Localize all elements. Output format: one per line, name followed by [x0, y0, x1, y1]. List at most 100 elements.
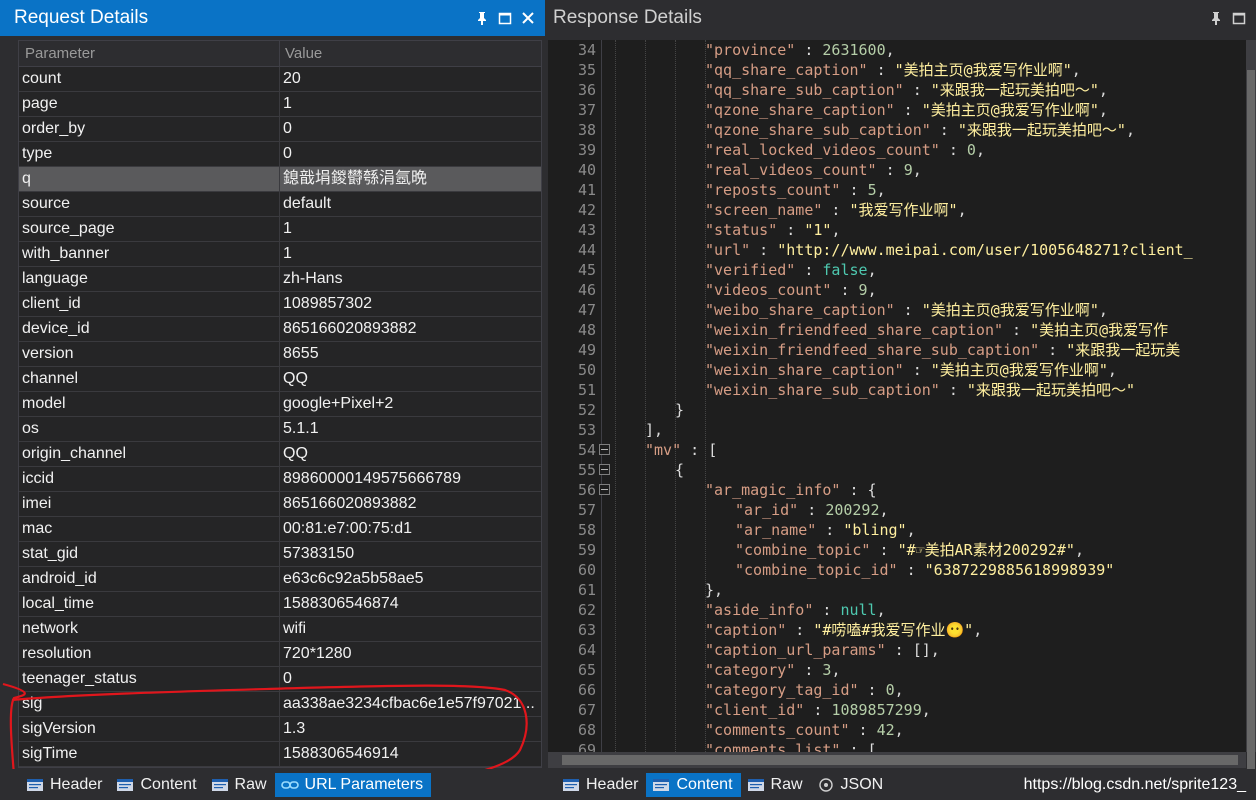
parameter-value-cell[interactable]: 1.3: [280, 717, 541, 741]
table-row[interactable]: mac 00:81:e7:00:75:d1: [19, 517, 541, 542]
parameter-value-cell[interactable]: 1089857302: [280, 292, 541, 316]
table-row[interactable]: order_by 0: [19, 117, 541, 142]
request-tab-raw[interactable]: Raw: [205, 773, 275, 797]
parameter-name-cell[interactable]: iccid: [19, 467, 280, 491]
parameter-name-cell[interactable]: origin_channel: [19, 442, 280, 466]
parameter-value-cell[interactable]: 1: [280, 242, 541, 266]
parameter-name-cell[interactable]: android_id: [19, 567, 280, 591]
parameter-value-cell[interactable]: 8655: [280, 342, 541, 366]
parameter-name-cell[interactable]: client_id: [19, 292, 280, 316]
request-tab-header[interactable]: Header: [20, 773, 110, 797]
table-row[interactable]: language zh-Hans: [19, 267, 541, 292]
parameter-value-cell[interactable]: 0: [280, 667, 541, 691]
parameter-value-cell[interactable]: 720*1280: [280, 642, 541, 666]
parameter-name-cell[interactable]: os: [19, 417, 280, 441]
json-code-editor[interactable]: 34 "province" : 2631600, 35 "qq_share_capti…: [548, 40, 1256, 752]
parameter-name-cell[interactable]: source: [19, 192, 280, 216]
response-tab-raw[interactable]: Raw: [741, 773, 811, 797]
parameter-value-cell[interactable]: 鎴戠埍鍐欎綔涓氬晩: [280, 167, 541, 191]
parameter-value-cell[interactable]: QQ: [280, 367, 541, 391]
parameter-value-cell[interactable]: 1: [280, 217, 541, 241]
parameter-value-cell[interactable]: QQ: [280, 442, 541, 466]
parameter-name-cell[interactable]: sigTime: [19, 742, 280, 766]
parameter-value-cell[interactable]: 0: [280, 142, 541, 166]
parameter-value-cell[interactable]: 0: [280, 117, 541, 141]
close-icon[interactable]: [521, 11, 535, 25]
parameter-name-cell[interactable]: q: [19, 167, 280, 191]
table-row[interactable]: source_page 1: [19, 217, 541, 242]
parameter-name-cell[interactable]: sig: [19, 692, 280, 716]
parameter-name-cell[interactable]: model: [19, 392, 280, 416]
collapse-toggle-icon[interactable]: [599, 484, 610, 495]
table-row[interactable]: channel QQ: [19, 367, 541, 392]
pin-icon[interactable]: [1209, 11, 1223, 25]
response-tab-content[interactable]: Content: [646, 772, 741, 797]
horizontal-scroll-thumb[interactable]: [562, 755, 1238, 765]
table-row[interactable]: model google+Pixel+2: [19, 392, 541, 417]
parameter-name-cell[interactable]: version: [19, 342, 280, 366]
parameter-name-cell[interactable]: page: [19, 92, 280, 116]
parameter-name-cell[interactable]: local_time: [19, 592, 280, 616]
parameter-name-cell[interactable]: with_banner: [19, 242, 280, 266]
table-row[interactable]: resolution 720*1280: [19, 642, 541, 667]
table-row[interactable]: sig aa338ae3234cfbac6e1e57f97021...: [19, 692, 541, 717]
request-tab-url-parameters[interactable]: URL Parameters: [274, 772, 432, 797]
parameter-name-cell[interactable]: device_id: [19, 317, 280, 341]
table-row[interactable]: device_id 865166020893882: [19, 317, 541, 342]
parameter-value-cell[interactable]: 89860000149575666789: [280, 467, 541, 491]
value-column-header[interactable]: Value: [280, 41, 541, 66]
vertical-scrollbar[interactable]: [1246, 40, 1256, 780]
parameter-value-cell[interactable]: 865166020893882: [280, 317, 541, 341]
table-row[interactable]: client_id 1089857302: [19, 292, 541, 317]
parameter-name-cell[interactable]: imei: [19, 492, 280, 516]
table-row[interactable]: type 0: [19, 142, 541, 167]
pin-icon[interactable]: [475, 11, 489, 25]
table-row[interactable]: sigTime 1588306546914: [19, 742, 541, 767]
parameter-name-cell[interactable]: network: [19, 617, 280, 641]
request-tab-content[interactable]: Content: [110, 773, 204, 797]
parameter-name-cell[interactable]: teenager_status: [19, 667, 280, 691]
horizontal-scrollbar[interactable]: [548, 752, 1246, 768]
collapse-toggle-icon[interactable]: [599, 464, 610, 475]
table-row[interactable]: version 8655: [19, 342, 541, 367]
parameter-name-cell[interactable]: source_page: [19, 217, 280, 241]
table-row[interactable]: android_id e63c6c92a5b58ae5: [19, 567, 541, 592]
parameter-value-cell[interactable]: 865166020893882: [280, 492, 541, 516]
parameter-name-cell[interactable]: stat_gid: [19, 542, 280, 566]
parameter-value-cell[interactable]: 5.1.1: [280, 417, 541, 441]
parameter-value-cell[interactable]: 1588306546874: [280, 592, 541, 616]
maximize-icon[interactable]: [1232, 11, 1246, 25]
table-row[interactable]: local_time 1588306546874: [19, 592, 541, 617]
table-row[interactable]: count 20: [19, 67, 541, 92]
parameter-name-cell[interactable]: sigVersion: [19, 717, 280, 741]
parameter-value-cell[interactable]: 1: [280, 92, 541, 116]
table-row[interactable]: page 1: [19, 92, 541, 117]
table-row[interactable]: with_banner 1: [19, 242, 541, 267]
parameter-value-cell[interactable]: e63c6c92a5b58ae5: [280, 567, 541, 591]
collapse-toggle-icon[interactable]: [599, 444, 610, 455]
parameter-value-cell[interactable]: 00:81:e7:00:75:d1: [280, 517, 541, 541]
parameter-name-cell[interactable]: mac: [19, 517, 280, 541]
table-row[interactable]: iccid 89860000149575666789: [19, 467, 541, 492]
parameter-name-cell[interactable]: language: [19, 267, 280, 291]
table-row[interactable]: os 5.1.1: [19, 417, 541, 442]
table-row[interactable]: q 鎴戠埍鍐欎綔涓氬晩: [19, 167, 541, 192]
parameter-value-cell[interactable]: aa338ae3234cfbac6e1e57f97021...: [280, 692, 541, 716]
parameter-name-cell[interactable]: type: [19, 142, 280, 166]
parameter-value-cell[interactable]: 20: [280, 67, 541, 91]
parameter-name-cell[interactable]: resolution: [19, 642, 280, 666]
parameter-value-cell[interactable]: default: [280, 192, 541, 216]
parameter-value-cell[interactable]: 57383150: [280, 542, 541, 566]
table-row[interactable]: stat_gid 57383150: [19, 542, 541, 567]
parameter-column-header[interactable]: Parameter: [19, 41, 280, 66]
maximize-icon[interactable]: [498, 11, 512, 25]
response-tab-json[interactable]: JSON: [811, 773, 892, 797]
parameter-value-cell[interactable]: zh-Hans: [280, 267, 541, 291]
parameter-value-cell[interactable]: 1588306546914: [280, 742, 541, 766]
table-row[interactable]: sigVersion 1.3: [19, 717, 541, 742]
table-row[interactable]: imei 865166020893882: [19, 492, 541, 517]
table-row[interactable]: teenager_status 0: [19, 667, 541, 692]
table-row[interactable]: origin_channel QQ: [19, 442, 541, 467]
parameter-value-cell[interactable]: wifi: [280, 617, 541, 641]
parameter-name-cell[interactable]: channel: [19, 367, 280, 391]
